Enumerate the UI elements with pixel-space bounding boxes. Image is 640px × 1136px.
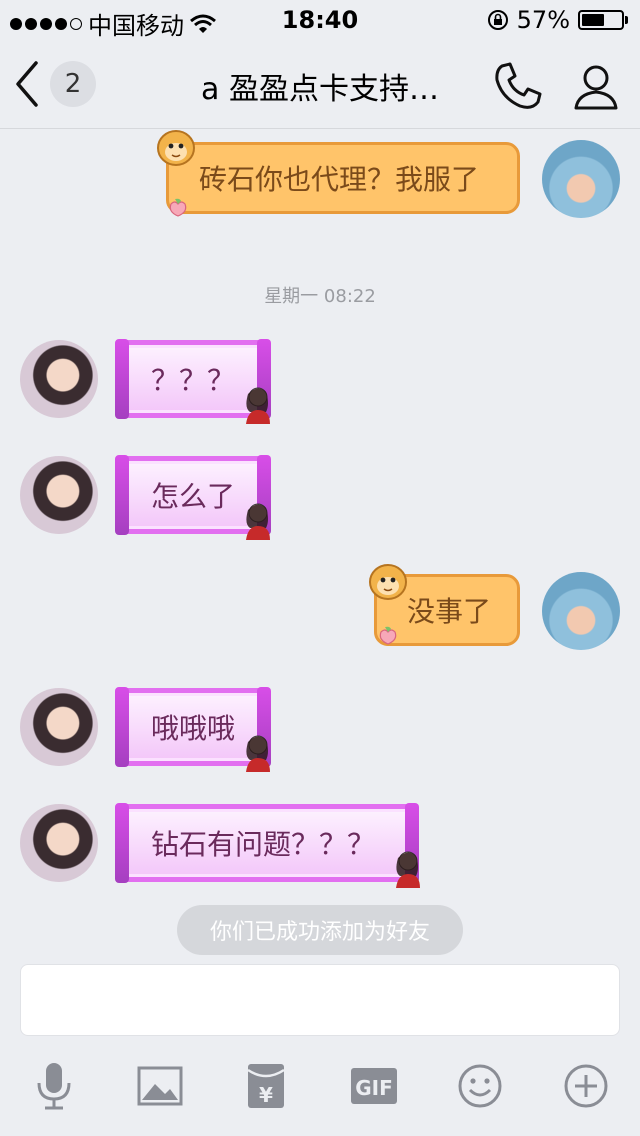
input-toolbar: ¥ GIF bbox=[0, 1050, 640, 1126]
message-text: 砖石你也代理？我服了 bbox=[199, 163, 480, 196]
chat-nav-bar: 2 a 盈盈点卡支持… bbox=[0, 40, 640, 129]
message-text: ？？？ bbox=[151, 364, 236, 397]
my-avatar[interactable] bbox=[542, 572, 620, 650]
emoji-button[interactable] bbox=[454, 1060, 506, 1112]
red-packet-icon: ¥ bbox=[247, 1064, 285, 1108]
my-avatar[interactable] bbox=[542, 140, 620, 218]
image-button[interactable] bbox=[134, 1060, 186, 1112]
message-bubble-received[interactable]: 钻石有问题？？？ bbox=[115, 803, 419, 883]
voice-button[interactable] bbox=[28, 1060, 80, 1112]
plus-icon bbox=[564, 1064, 608, 1108]
back-button[interactable]: 2 bbox=[14, 58, 104, 110]
contact-avatar[interactable] bbox=[20, 688, 98, 766]
mic-icon bbox=[37, 1063, 71, 1110]
red-packet-button[interactable]: ¥ bbox=[240, 1060, 292, 1112]
message-text: 怎么了 bbox=[151, 480, 236, 513]
chat-title: a 盈盈点卡支持… bbox=[201, 72, 439, 107]
battery-icon bbox=[578, 10, 628, 30]
contact-avatar[interactable] bbox=[20, 804, 98, 882]
battery-fill bbox=[582, 14, 604, 26]
battery-percent: 57% bbox=[516, 6, 570, 34]
image-icon bbox=[137, 1066, 183, 1106]
character-sticker-icon bbox=[246, 503, 270, 540]
gif-icon: GIF bbox=[351, 1068, 397, 1104]
call-button[interactable] bbox=[492, 60, 544, 112]
character-sticker-icon bbox=[246, 735, 270, 772]
message-input[interactable] bbox=[20, 964, 620, 1036]
gif-label: GIF bbox=[355, 1076, 393, 1100]
gif-button[interactable]: GIF bbox=[348, 1060, 400, 1112]
chat-timestamp: 星期一 08:22 bbox=[264, 286, 376, 307]
red-packet-label: ¥ bbox=[259, 1083, 273, 1107]
more-button[interactable] bbox=[560, 1060, 612, 1112]
person-icon bbox=[574, 65, 618, 110]
contact-avatar[interactable] bbox=[20, 456, 98, 534]
contact-avatar[interactable] bbox=[20, 340, 98, 418]
character-sticker-icon bbox=[396, 851, 420, 888]
message-text: 没事了 bbox=[407, 595, 492, 628]
message-text: 钻石有问题？？？ bbox=[151, 828, 376, 861]
peach-icon bbox=[379, 626, 397, 645]
message-text: 哦哦哦 bbox=[151, 712, 236, 745]
unread-count-badge: 2 bbox=[50, 61, 96, 107]
status-bar-right: 57% bbox=[487, 6, 628, 34]
system-notice: 你们已成功添加为好友 bbox=[177, 905, 463, 955]
peach-icon bbox=[169, 198, 187, 217]
character-sticker-icon bbox=[246, 387, 270, 424]
message-bubble-sent[interactable]: 砖石你也代理？我服了 bbox=[166, 142, 520, 214]
phone-icon bbox=[495, 62, 542, 109]
status-bar: 中国移动 18:40 57% bbox=[0, 0, 640, 40]
rotation-lock-icon bbox=[487, 10, 508, 30]
monkey-sticker-icon bbox=[157, 130, 195, 166]
emoji-icon bbox=[458, 1064, 502, 1108]
profile-button[interactable] bbox=[570, 60, 622, 112]
chevron-left-icon bbox=[16, 61, 38, 107]
monkey-sticker-icon bbox=[369, 564, 407, 600]
